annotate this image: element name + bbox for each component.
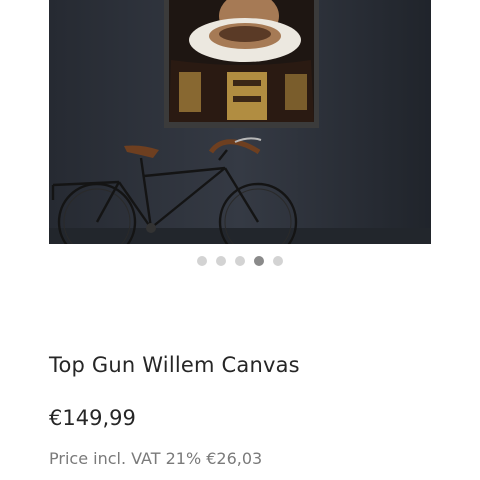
product-title: Top Gun Willem Canvas (49, 353, 300, 377)
vat-note: Price incl. VAT 21% €26,03 (49, 449, 263, 468)
gallery-pagination (0, 256, 480, 268)
gallery-dot[interactable] (273, 256, 283, 266)
gallery-dot[interactable] (197, 256, 207, 266)
gallery-dot[interactable] (254, 256, 264, 266)
gallery-dot[interactable] (235, 256, 245, 266)
product-photo (49, 0, 431, 244)
product-price: €149,99 (49, 406, 136, 430)
product-image-gallery[interactable] (49, 0, 431, 244)
gallery-dot[interactable] (216, 256, 226, 266)
